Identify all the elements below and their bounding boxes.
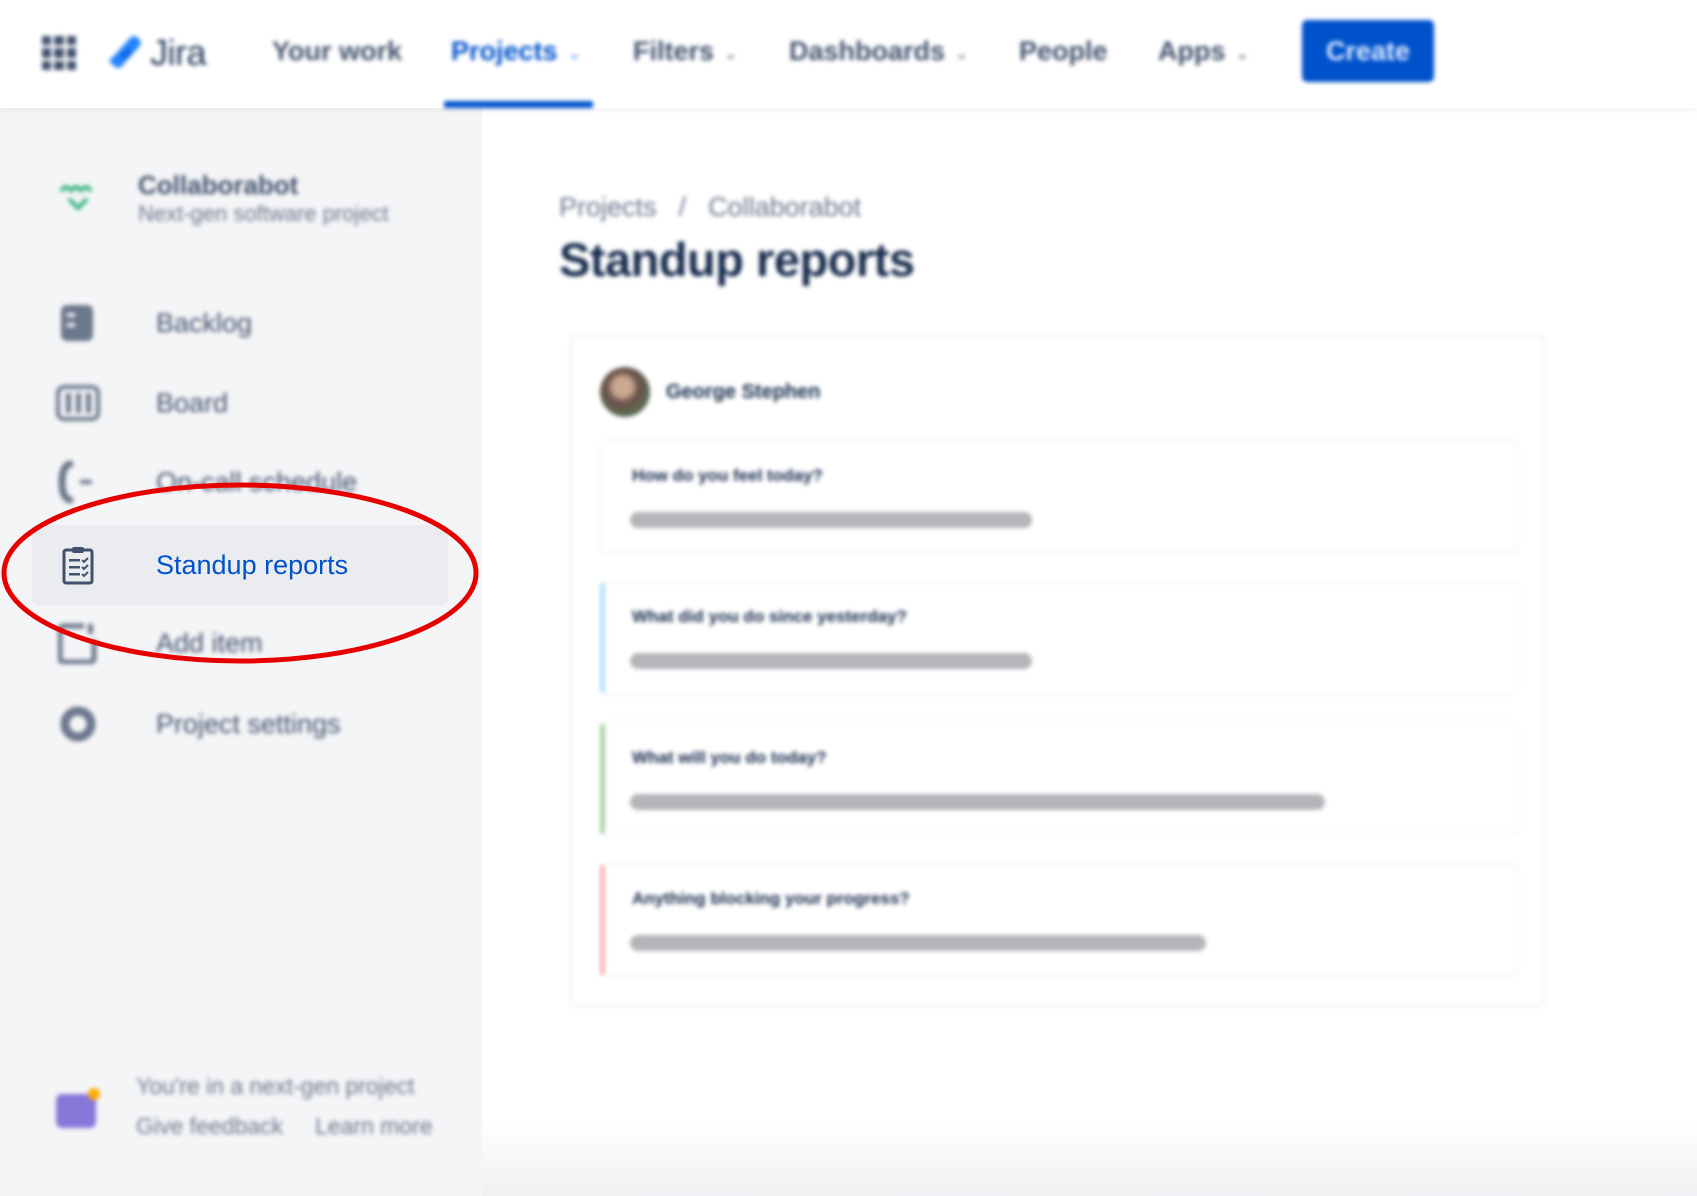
answer-placeholder — [630, 653, 1033, 669]
chevron-down-icon: ⌄ — [567, 45, 581, 63]
nav-label: Filters — [633, 36, 715, 66]
avatar — [600, 367, 650, 417]
sidebar-item-label: On-call schedule — [156, 466, 358, 497]
answer-placeholder — [630, 512, 1033, 528]
main-content: Projects / Collaborabot Standup reports … — [482, 108, 1697, 1196]
project-avatar-icon — [60, 185, 92, 211]
question-card: What did you do since yesterday? — [600, 581, 1518, 695]
nav-dashboards[interactable]: Dashboards ⌄ — [789, 36, 968, 67]
gear-icon — [56, 702, 100, 746]
answer-placeholder — [630, 794, 1325, 810]
product-name[interactable]: Jira — [150, 32, 207, 74]
jira-logo-icon[interactable] — [104, 30, 144, 74]
phone-icon — [56, 460, 100, 504]
sidebar-item-board[interactable]: Board — [32, 363, 448, 443]
give-feedback-link[interactable]: Give feedback — [136, 1106, 283, 1146]
nav-apps[interactable]: Apps ⌄ — [1158, 36, 1249, 67]
question-card: Anything blocking your progress? — [600, 863, 1518, 977]
app-switcher-icon[interactable] — [42, 36, 76, 70]
sidebar-item-label: Standup reports — [156, 549, 349, 580]
question-text: How do you feel today? — [632, 466, 823, 485]
standup-report-card: George Stephen How do you feel today? Wh… — [570, 335, 1545, 1007]
next-gen-project-icon — [56, 1088, 100, 1132]
next-gen-message: You're in a next-gen project — [136, 1073, 415, 1099]
sidebar-item-add-item[interactable]: Add item — [32, 603, 448, 683]
sidebar-item-label: Board — [156, 387, 229, 418]
sidebar-item-standup-reports[interactable]: Standup reports — [32, 525, 448, 605]
bottom-shadow — [482, 1120, 1697, 1196]
breadcrumb-projects[interactable]: Projects — [559, 192, 657, 223]
clipboard-checklist-icon — [56, 543, 100, 587]
question-card: How do you feel today? — [600, 440, 1518, 554]
top-navigation: Jira Your work Projects ⌄ Filters ⌄ Dash… — [0, 0, 1697, 108]
nav-label: Projects — [451, 36, 558, 66]
reporter: George Stephen — [600, 367, 820, 417]
sidebar-item-label: Add item — [156, 627, 263, 658]
chevron-down-icon: ⌄ — [724, 45, 738, 63]
chevron-down-icon: ⌄ — [1235, 45, 1249, 63]
page-title: Standup reports — [559, 233, 915, 286]
nav-filters[interactable]: Filters ⌄ — [633, 36, 737, 67]
sidebar-item-backlog[interactable]: Backlog — [32, 283, 448, 363]
sidebar-item-project-settings[interactable]: Project settings — [32, 684, 448, 764]
breadcrumb-project[interactable]: Collaborabot — [708, 192, 861, 223]
question-accent — [600, 724, 605, 834]
nav-label: Your work — [272, 36, 403, 66]
nav-label: Dashboards — [789, 36, 946, 66]
sidebar-item-label: Backlog — [156, 307, 253, 338]
board-icon — [56, 381, 100, 425]
add-item-icon — [56, 621, 100, 665]
reporter-name: George Stephen — [666, 380, 821, 403]
question-card: What will you do today? — [600, 722, 1518, 836]
question-text: What did you do since yesterday? — [632, 607, 907, 626]
sidebar-item-on-call-schedule[interactable]: On-call schedule — [32, 442, 448, 522]
question-text: What will you do today? — [632, 748, 827, 767]
nav-projects[interactable]: Projects ⌄ — [451, 36, 581, 67]
nav-people[interactable]: People — [1019, 36, 1108, 67]
project-name: Collaborabot — [138, 170, 299, 200]
breadcrumb-separator: / — [678, 192, 687, 222]
question-accent — [600, 865, 605, 975]
next-gen-footer: You're in a next-gen project Give feedba… — [56, 1066, 433, 1146]
question-accent — [600, 583, 605, 693]
nav-label: Apps — [1158, 36, 1226, 66]
active-tab-indicator — [444, 101, 593, 108]
learn-more-link[interactable]: Learn more — [315, 1106, 433, 1146]
project-header[interactable]: Collaborabot Next-gen software project — [58, 170, 389, 228]
answer-placeholder — [630, 935, 1206, 951]
question-text: Anything blocking your progress? — [632, 889, 910, 908]
nav-label: People — [1019, 36, 1108, 66]
nav-your-work[interactable]: Your work — [272, 36, 402, 67]
chevron-down-icon: ⌄ — [955, 45, 969, 63]
sidebar-item-label: Project settings — [156, 708, 341, 739]
backlog-icon — [56, 301, 100, 345]
project-sidebar: Collaborabot Next-gen software project B… — [0, 108, 482, 1196]
project-type: Next-gen software project — [138, 201, 389, 226]
breadcrumb: Projects / Collaborabot — [559, 192, 861, 223]
create-button[interactable]: Create — [1302, 20, 1434, 82]
